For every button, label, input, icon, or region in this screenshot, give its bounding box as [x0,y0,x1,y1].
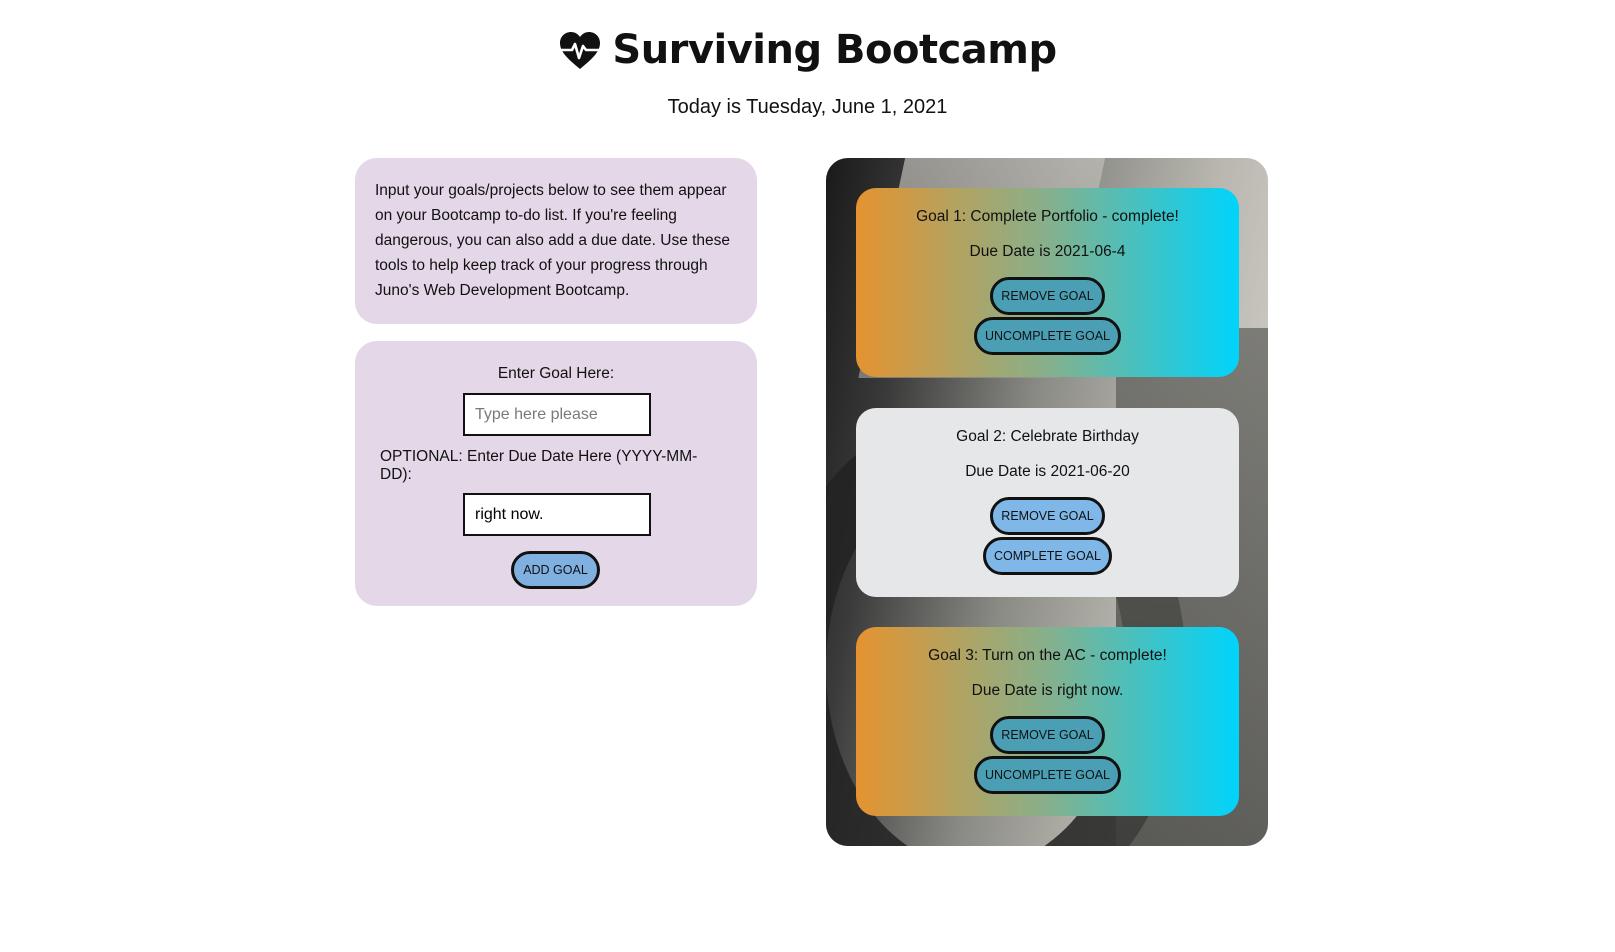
goal-due-date: Due Date is 2021-06-20 [965,463,1130,480]
goal-title: Goal 2: Celebrate Birthday [956,428,1139,445]
today-date: Today is Tuesday, June 1, 2021 [667,96,948,118]
goal-card: Goal 3: Turn on the AC - complete! Due D… [856,627,1239,816]
goal-due-date: Due Date is 2021-06-4 [969,243,1126,260]
instructions-panel: Input your goals/projects below to see t… [355,158,757,324]
complete-goal-button[interactable]: COMPLETE GOAL [983,537,1112,575]
heart-pulse-icon [558,30,602,70]
uncomplete-goal-button[interactable]: UNCOMPLETE GOAL [974,756,1121,794]
goal-form: Enter Goal Here: OPTIONAL: Enter Due Dat… [355,341,757,606]
goal-title: Goal 1: Complete Portfolio - complete! [916,208,1179,225]
app-title: Surviving Bootcamp [558,22,1057,78]
goals-list: Goal 1: Complete Portfolio - complete! D… [826,158,1268,846]
goal-title: Goal 3: Turn on the AC - complete! [928,647,1167,664]
add-goal-button[interactable]: ADD GOAL [511,551,600,589]
goal-due-date: Due Date is right now. [971,682,1124,699]
goal-card: Goal 2: Celebrate Birthday Due Date is 2… [856,408,1239,597]
due-date-input[interactable] [463,493,651,536]
page-header: Surviving Bootcamp [0,22,1615,78]
remove-goal-button[interactable]: REMOVE GOAL [990,497,1105,535]
goal-label: Enter Goal Here: [497,365,615,382]
goal-input[interactable] [463,393,651,436]
instructions-text: Input your goals/projects below to see t… [375,182,731,299]
uncomplete-goal-button[interactable]: UNCOMPLETE GOAL [974,317,1121,355]
app-title-text: Surviving Bootcamp [612,27,1057,73]
remove-goal-button[interactable]: REMOVE GOAL [990,277,1105,315]
remove-goal-button[interactable]: REMOVE GOAL [990,716,1105,754]
due-date-label: OPTIONAL: Enter Due Date Here (YYYY-MM-D… [380,448,698,483]
goal-card: Goal 1: Complete Portfolio - complete! D… [856,188,1239,377]
